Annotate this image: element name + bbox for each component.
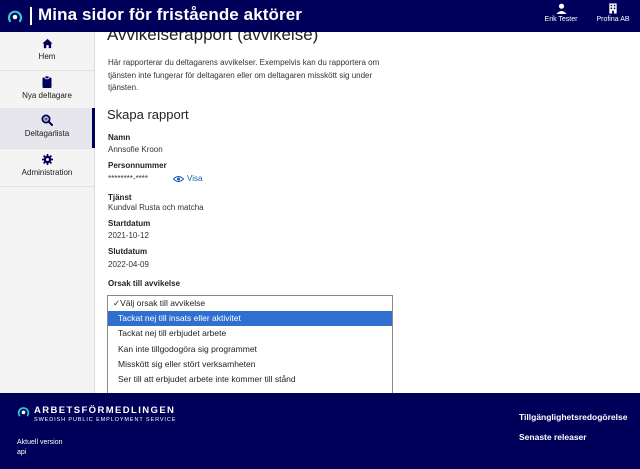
sidebar-item-administration[interactable]: Administration <box>0 148 94 187</box>
section-title: Skapa rapport <box>107 107 189 122</box>
brand-name: ARBETSFÖRMEDLINGEN <box>34 405 176 416</box>
name-label: Namn <box>108 133 131 142</box>
af-logo-icon[interactable] <box>7 8 23 24</box>
accessibility-link[interactable]: Tillgänglighetsredogörelse <box>519 407 627 427</box>
personnummer-value: ********-**** <box>108 174 149 183</box>
version-value: api <box>17 449 27 456</box>
service-label: Tjänst <box>108 193 132 202</box>
sidebar-item-label: Deltagarlista <box>24 129 70 138</box>
start-date-value: 2021-10-12 <box>108 231 149 240</box>
sidebar-item-hem[interactable]: Hem <box>0 32 94 71</box>
start-date-label: Startdatum <box>108 219 151 228</box>
brand-subtitle: SWEDISH PUBLIC EMPLOYMENT SERVICE <box>34 417 177 423</box>
reason-option[interactable]: Misskött sig eller stört verksamheten <box>108 357 392 372</box>
reason-option[interactable]: Kan inte tillgodogöra sig programmet <box>108 342 392 357</box>
show-personnummer-button[interactable]: Visa <box>173 174 202 183</box>
end-date-value: 2022-04-09 <box>108 260 149 269</box>
page-title: Avvikelserapport (avvikelse) <box>107 32 319 44</box>
sidebar-item-label: Administration <box>21 168 73 177</box>
building-icon <box>609 3 617 14</box>
visa-label: Visa <box>187 174 203 183</box>
footer-brand[interactable]: ARBETSFÖRMEDLINGEN SWEDISH PUBLIC EMPLOY… <box>17 405 176 423</box>
personnummer-label: Personnummer <box>108 161 167 170</box>
releases-link[interactable]: Senaste releaser <box>519 427 627 447</box>
af-logo-icon <box>17 407 30 417</box>
reason-label: Orsak till avvikelse <box>108 279 181 288</box>
user-name: Erik Tester <box>544 16 578 23</box>
intro-text: Här rapporterar du deltagarens avvikelse… <box>108 58 380 92</box>
gear-icon <box>41 154 53 165</box>
organization-name: Profina AB <box>596 16 630 23</box>
end-date-label: Slutdatum <box>108 247 148 256</box>
reason-option[interactable]: ✓Välj orsak till avvikelse <box>108 296 392 311</box>
clipboard-icon <box>42 76 52 88</box>
header-separator <box>30 7 32 25</box>
reason-option[interactable]: Tackat nej till erbjudet arbete <box>108 326 392 341</box>
eye-icon <box>173 175 184 182</box>
organization-button[interactable]: Profina AB <box>583 3 640 23</box>
reason-select-dropdown[interactable]: ✓Välj orsak till avvikelse Tackat nej ti… <box>107 295 393 393</box>
reason-option[interactable]: Ser till att erbjudet arbete inte kommer… <box>108 372 392 387</box>
top-bar: Mina sidor för fristående aktörer Erik T… <box>0 0 640 32</box>
user-icon <box>555 3 567 14</box>
sidebar-item-label: Hem <box>38 52 56 61</box>
version-label: Aktuell version <box>17 439 63 446</box>
main-content: Avvikelserapport (avvikelse) Här rapport… <box>95 32 640 393</box>
footer: ARBETSFÖRMEDLINGEN SWEDISH PUBLIC EMPLOY… <box>0 393 640 469</box>
home-icon <box>41 38 53 49</box>
footer-links: Tillgänglighetsredogörelse Senaste relea… <box>519 407 627 447</box>
sidebar-item-label: Nya deltagare <box>22 91 72 100</box>
app-title: Mina sidor för fristående aktörer <box>38 5 303 24</box>
sidebar-item-deltagarlista[interactable]: Deltagarlista <box>0 108 95 149</box>
version-info: Aktuell version api <box>17 438 63 458</box>
search-list-icon <box>41 114 53 126</box>
user-menu-button[interactable]: Erik Tester <box>531 3 591 23</box>
sidebar-nav: Hem Nya deltagare Deltagarlista Administ… <box>0 32 95 393</box>
name-value: Annsofie Kroon <box>108 145 163 154</box>
service-value: Kundval Rusta och matcha <box>108 203 204 212</box>
reason-option-highlighted[interactable]: Tackat nej till insats eller aktivitet <box>108 311 392 327</box>
sidebar-item-nya-deltagare[interactable]: Nya deltagare <box>0 70 94 109</box>
